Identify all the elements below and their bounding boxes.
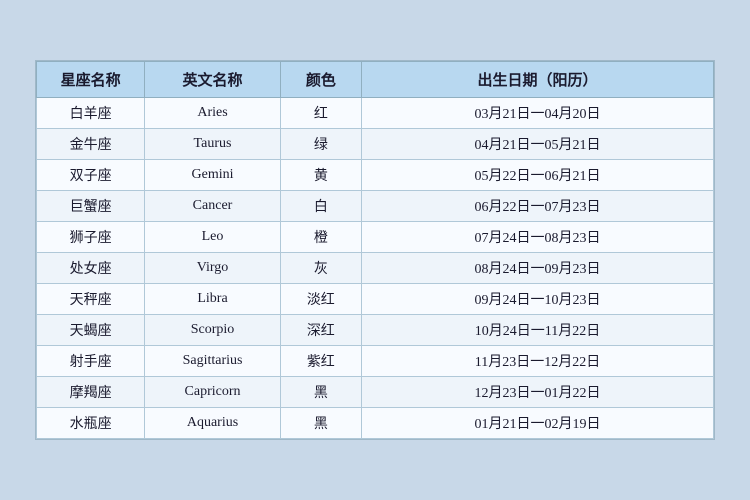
cell-color: 绿 <box>280 129 361 160</box>
cell-zh: 白羊座 <box>37 98 145 129</box>
cell-zh: 摩羯座 <box>37 377 145 408</box>
cell-color: 白 <box>280 191 361 222</box>
cell-zh: 巨蟹座 <box>37 191 145 222</box>
table-row: 白羊座Aries红03月21日一04月20日 <box>37 98 714 129</box>
cell-color: 黑 <box>280 408 361 439</box>
cell-color: 深红 <box>280 315 361 346</box>
table-row: 摩羯座Capricorn黑12月23日一01月22日 <box>37 377 714 408</box>
cell-en: Virgo <box>145 253 280 284</box>
cell-color: 黄 <box>280 160 361 191</box>
header-color: 颜色 <box>280 62 361 98</box>
cell-zh: 双子座 <box>37 160 145 191</box>
cell-color: 灰 <box>280 253 361 284</box>
cell-date: 03月21日一04月20日 <box>361 98 713 129</box>
cell-en: Gemini <box>145 160 280 191</box>
table-row: 双子座Gemini黄05月22日一06月21日 <box>37 160 714 191</box>
cell-date: 11月23日一12月22日 <box>361 346 713 377</box>
cell-date: 08月24日一09月23日 <box>361 253 713 284</box>
header-en: 英文名称 <box>145 62 280 98</box>
cell-zh: 金牛座 <box>37 129 145 160</box>
cell-date: 04月21日一05月21日 <box>361 129 713 160</box>
cell-zh: 天蝎座 <box>37 315 145 346</box>
cell-zh: 天秤座 <box>37 284 145 315</box>
cell-zh: 水瓶座 <box>37 408 145 439</box>
table-row: 处女座Virgo灰08月24日一09月23日 <box>37 253 714 284</box>
cell-color: 黑 <box>280 377 361 408</box>
table-row: 天秤座Libra淡红09月24日一10月23日 <box>37 284 714 315</box>
table-row: 射手座Sagittarius紫红11月23日一12月22日 <box>37 346 714 377</box>
cell-zh: 狮子座 <box>37 222 145 253</box>
table-row: 狮子座Leo橙07月24日一08月23日 <box>37 222 714 253</box>
cell-date: 09月24日一10月23日 <box>361 284 713 315</box>
cell-color: 橙 <box>280 222 361 253</box>
cell-en: Libra <box>145 284 280 315</box>
cell-date: 06月22日一07月23日 <box>361 191 713 222</box>
zodiac-table: 星座名称 英文名称 颜色 出生日期（阳历） 白羊座Aries红03月21日一04… <box>35 60 715 440</box>
cell-color: 紫红 <box>280 346 361 377</box>
cell-zh: 处女座 <box>37 253 145 284</box>
cell-en: Sagittarius <box>145 346 280 377</box>
cell-en: Leo <box>145 222 280 253</box>
table-row: 水瓶座Aquarius黑01月21日一02月19日 <box>37 408 714 439</box>
cell-en: Cancer <box>145 191 280 222</box>
cell-en: Scorpio <box>145 315 280 346</box>
cell-en: Aquarius <box>145 408 280 439</box>
cell-color: 红 <box>280 98 361 129</box>
cell-date: 10月24日一11月22日 <box>361 315 713 346</box>
table-row: 巨蟹座Cancer白06月22日一07月23日 <box>37 191 714 222</box>
cell-en: Capricorn <box>145 377 280 408</box>
cell-date: 12月23日一01月22日 <box>361 377 713 408</box>
cell-date: 07月24日一08月23日 <box>361 222 713 253</box>
header-date: 出生日期（阳历） <box>361 62 713 98</box>
table-row: 金牛座Taurus绿04月21日一05月21日 <box>37 129 714 160</box>
cell-date: 05月22日一06月21日 <box>361 160 713 191</box>
cell-date: 01月21日一02月19日 <box>361 408 713 439</box>
table-header-row: 星座名称 英文名称 颜色 出生日期（阳历） <box>37 62 714 98</box>
cell-color: 淡红 <box>280 284 361 315</box>
header-zh: 星座名称 <box>37 62 145 98</box>
cell-en: Aries <box>145 98 280 129</box>
table-row: 天蝎座Scorpio深红10月24日一11月22日 <box>37 315 714 346</box>
cell-en: Taurus <box>145 129 280 160</box>
cell-zh: 射手座 <box>37 346 145 377</box>
